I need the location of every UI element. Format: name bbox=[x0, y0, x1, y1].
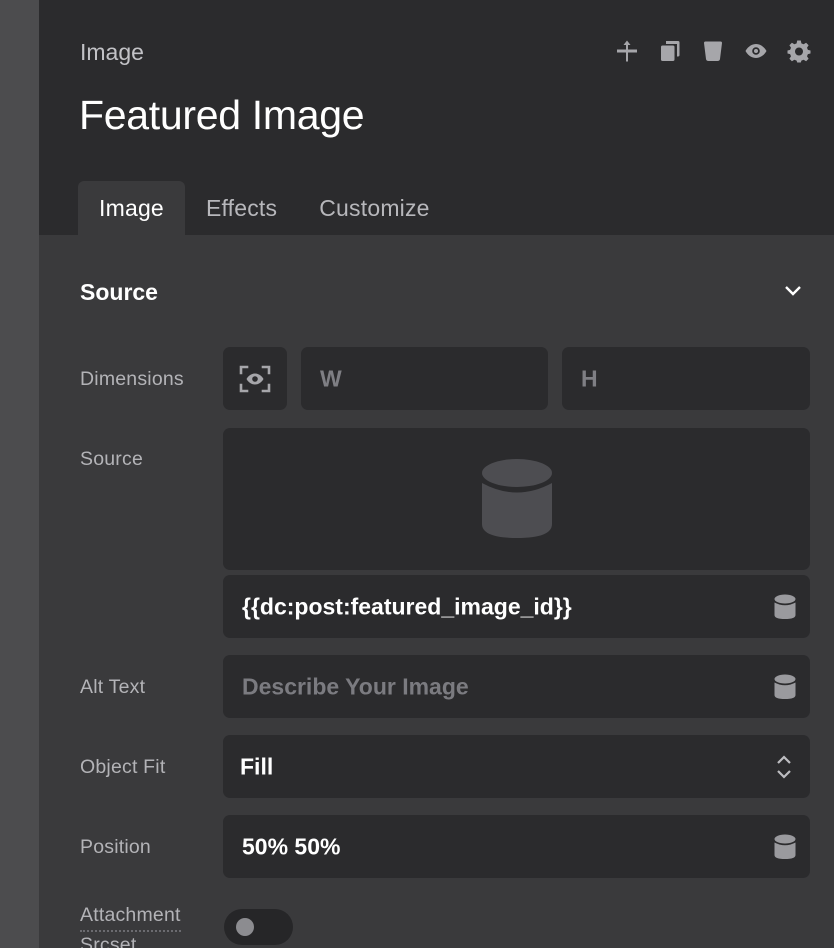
dynamic-data-icon[interactable] bbox=[774, 674, 796, 700]
alt-text-placeholder: Describe Your Image bbox=[242, 673, 469, 699]
dynamic-data-icon[interactable] bbox=[774, 834, 796, 860]
source-label: Source bbox=[80, 448, 143, 470]
tab-effects[interactable]: Effects bbox=[185, 181, 298, 235]
dynamic-data-icon[interactable] bbox=[774, 594, 796, 620]
tab-customize[interactable]: Customize bbox=[298, 181, 450, 235]
inspector-panel: Image Featured Image Image Effects Custo… bbox=[39, 0, 834, 948]
element-type-label: Image bbox=[80, 39, 144, 65]
database-icon bbox=[481, 459, 552, 538]
inspector-header: Image Featured Image Image Effects Custo… bbox=[39, 0, 834, 235]
object-fit-select[interactable]: Fill bbox=[223, 735, 810, 798]
position-label: Position bbox=[80, 836, 151, 858]
alt-text-label: Alt Text bbox=[80, 676, 146, 698]
attachment-srcset-toggle[interactable] bbox=[224, 909, 293, 945]
attachment-srcset-label-line2: Srcset bbox=[80, 934, 137, 948]
toggle-knob bbox=[236, 918, 254, 936]
duplicate-icon[interactable] bbox=[657, 38, 683, 64]
source-section-header[interactable]: Source bbox=[80, 276, 804, 308]
focus-eye-icon bbox=[239, 365, 271, 392]
attachment-srcset-label-line1: Attachment bbox=[80, 902, 181, 932]
tab-image[interactable]: Image bbox=[78, 181, 185, 235]
visibility-icon[interactable] bbox=[743, 38, 769, 64]
inspector-tabs: Image Effects Customize bbox=[78, 181, 451, 235]
source-dynamic-input[interactable]: {{dc:post:featured_image_id}} bbox=[223, 575, 810, 638]
element-name-title[interactable]: Featured Image bbox=[79, 92, 365, 139]
object-fit-value: Fill bbox=[240, 753, 274, 779]
delete-icon[interactable] bbox=[700, 38, 726, 64]
width-placeholder: W bbox=[320, 365, 342, 391]
attachment-srcset-label: Attachment Srcset bbox=[80, 902, 181, 948]
chevron-down-icon[interactable] bbox=[782, 279, 804, 306]
settings-icon[interactable] bbox=[786, 38, 812, 64]
position-input[interactable]: 50% 50% bbox=[223, 815, 810, 878]
height-placeholder: H bbox=[581, 365, 598, 391]
dimensions-label: Dimensions bbox=[80, 368, 184, 390]
width-input[interactable]: W bbox=[301, 347, 548, 410]
image-source-dropzone[interactable] bbox=[223, 428, 810, 570]
aspect-ratio-button[interactable] bbox=[223, 347, 287, 410]
source-value: {{dc:post:featured_image_id}} bbox=[242, 593, 572, 619]
object-fit-label: Object Fit bbox=[80, 756, 166, 778]
move-icon[interactable] bbox=[614, 38, 640, 64]
select-updown-icon bbox=[776, 754, 792, 780]
alt-text-input[interactable]: Describe Your Image bbox=[223, 655, 810, 718]
section-title: Source bbox=[80, 278, 158, 305]
canvas-edge bbox=[0, 0, 39, 948]
position-value: 50% 50% bbox=[242, 833, 341, 859]
header-actions bbox=[614, 38, 812, 64]
height-input[interactable]: H bbox=[562, 347, 810, 410]
